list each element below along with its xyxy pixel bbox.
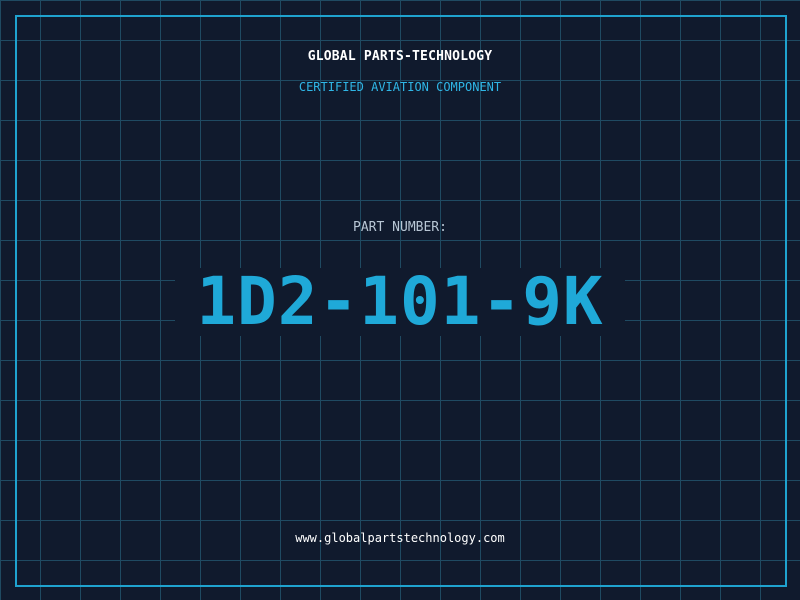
part-number-value: 1D2-101-9K (196, 263, 604, 340)
component-subtitle: CERTIFIED AVIATION COMPONENT (298, 80, 502, 94)
website-url: www.globalpartstechnology.com (295, 531, 505, 545)
part-number-label: PART NUMBER: (353, 220, 447, 235)
company-name: GLOBAL PARTS-TECHNOLOGY (307, 49, 493, 64)
